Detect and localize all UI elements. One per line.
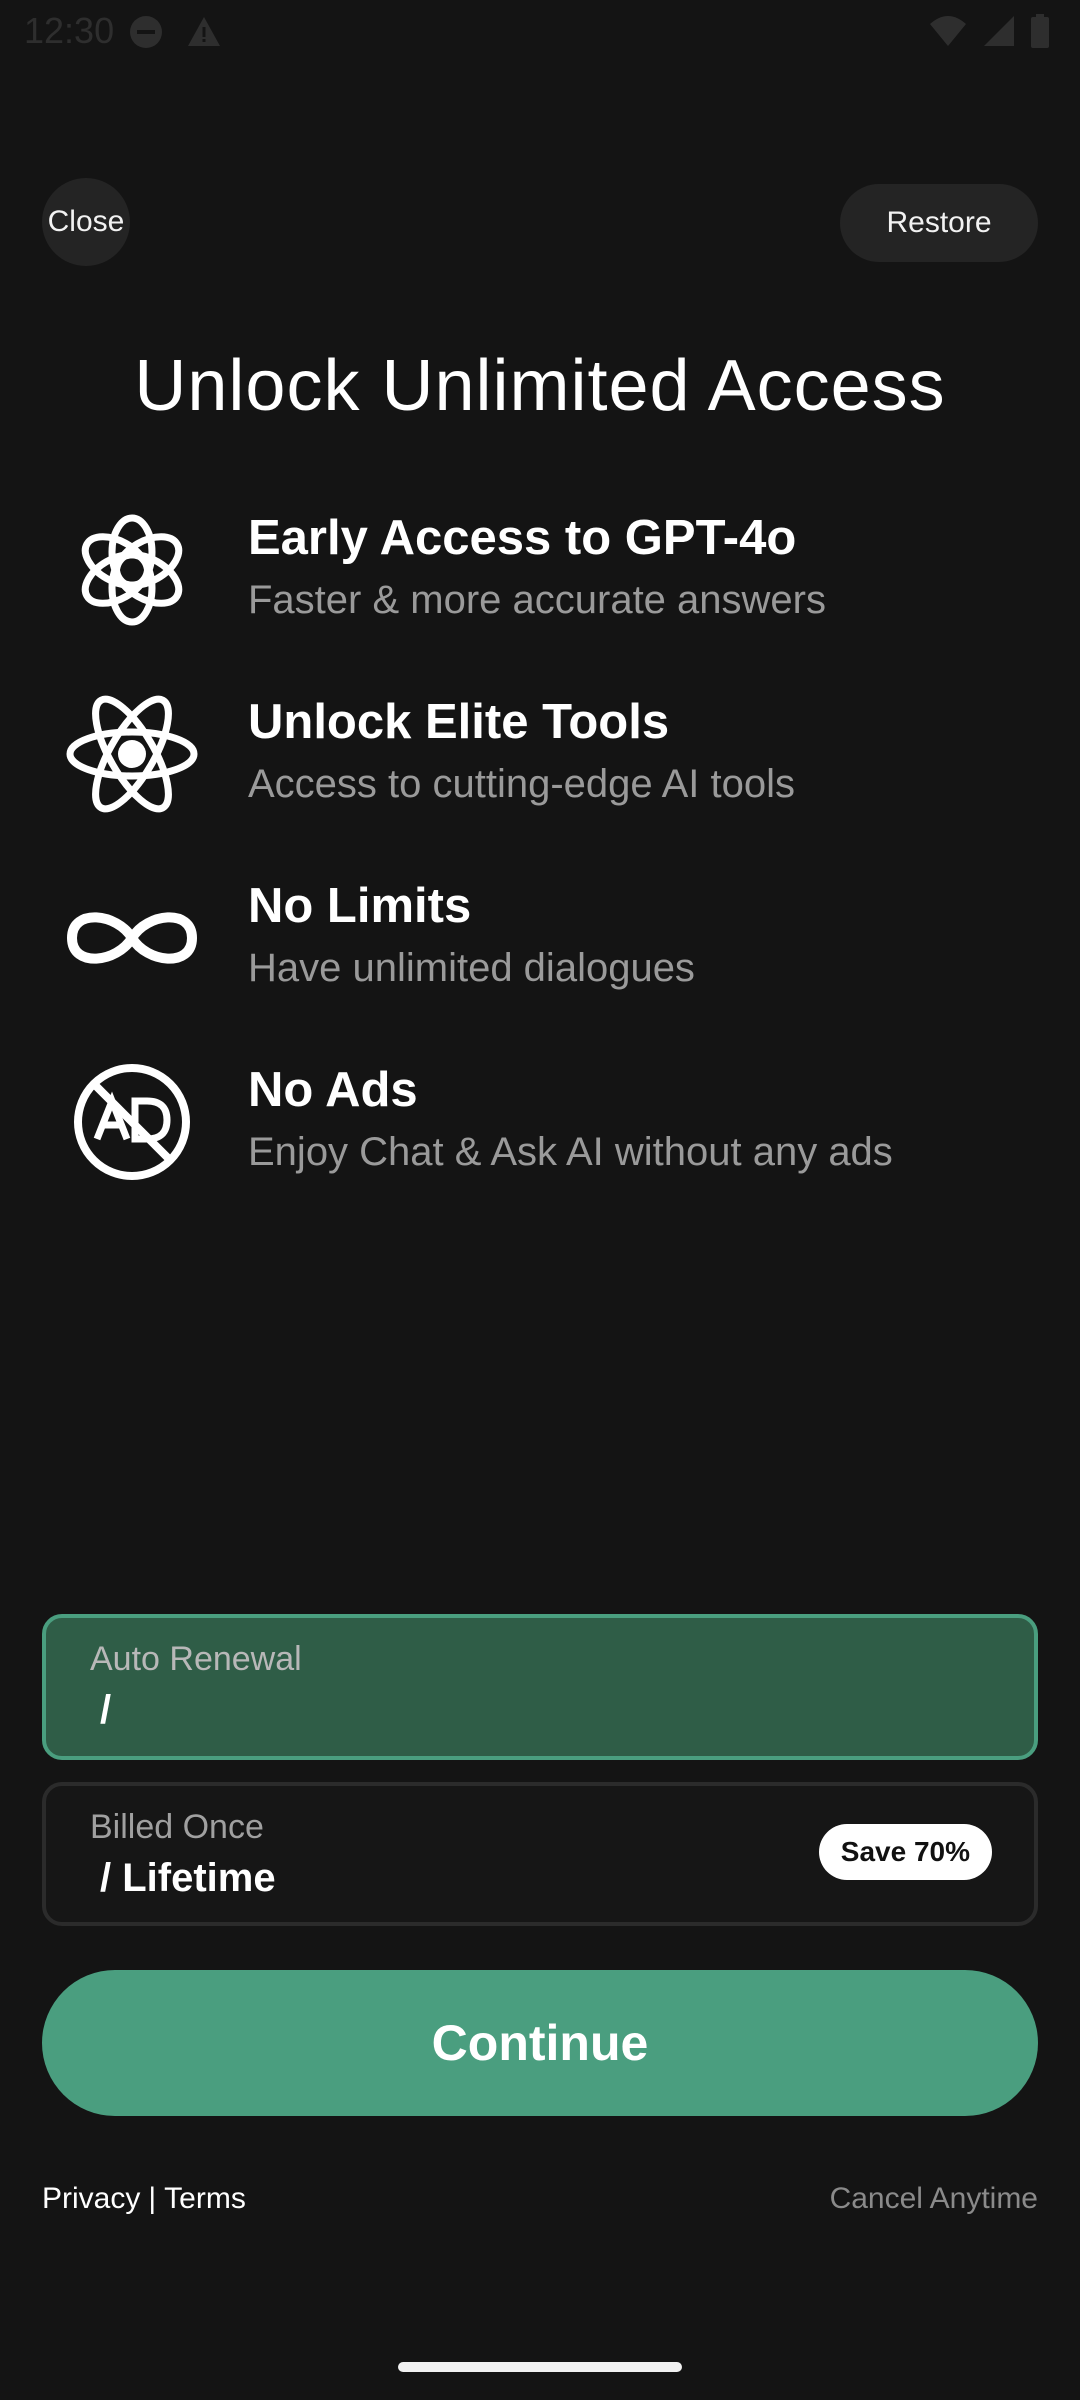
plan-auto-renewal[interactable]: Auto Renewal / [42, 1614, 1038, 1760]
feature-no-limits: No Limits Have unlimited dialogues [62, 868, 1062, 1008]
feature-title: Early Access to GPT-4o [248, 511, 797, 565]
footer-links: Privacy | Terms [42, 2182, 246, 2216]
page-title: Unlock Unlimited Access [134, 346, 946, 426]
terms-link[interactable]: Terms [164, 2182, 246, 2216]
status-bar: 12:30 [0, 0, 1080, 64]
feature-title: Unlock Elite Tools [248, 695, 670, 749]
home-indicator[interactable] [398, 2362, 682, 2372]
status-time: 12:30 [24, 10, 115, 51]
plan-price: / Lifetime [100, 1856, 276, 1900]
close-button[interactable]: Close [42, 178, 130, 266]
restore-button[interactable]: Restore [840, 184, 1038, 262]
footer-separator: | [148, 2182, 157, 2215]
feature-title: No Limits [248, 879, 472, 933]
atom-icon [62, 684, 202, 824]
wifi-icon [928, 14, 968, 53]
feature-title: No Ads [248, 1063, 418, 1117]
feature-elite-tools: Unlock Elite Tools Access to cutting-edg… [62, 684, 1062, 824]
feature-no-ads: No Ads Enjoy Chat & Ask AI without any a… [62, 1052, 1062, 1192]
feature-subtitle: Access to cutting-edge AI tools [248, 762, 795, 806]
plan-label: Billed Once [90, 1808, 264, 1846]
status-right-icons [928, 14, 1050, 53]
battery-icon [1030, 14, 1050, 53]
plan-price: / [100, 1688, 112, 1732]
plan-label: Auto Renewal [90, 1640, 302, 1678]
cancel-anytime-text: Cancel Anytime [829, 2182, 1038, 2215]
privacy-link[interactable]: Privacy [42, 2182, 140, 2216]
feature-subtitle: Have unlimited dialogues [248, 946, 695, 990]
feature-early-access: Early Access to GPT-4o Faster & more acc… [62, 500, 1062, 640]
signal-icon [982, 14, 1016, 53]
openai-logo-icon [62, 500, 202, 640]
feature-subtitle: Enjoy Chat & Ask AI without any ads [248, 1130, 893, 1174]
dnd-icon [128, 14, 164, 55]
save-badge: Save 70% [818, 1824, 992, 1880]
infinity-icon [62, 868, 202, 1008]
warning-icon [186, 14, 222, 55]
plan-lifetime[interactable]: Billed Once / Lifetime Save 70% [42, 1782, 1038, 1926]
no-ads-icon [62, 1052, 202, 1192]
status-left-icons [128, 14, 222, 55]
continue-button[interactable]: Continue [42, 1970, 1038, 2116]
feature-subtitle: Faster & more accurate answers [248, 578, 826, 622]
